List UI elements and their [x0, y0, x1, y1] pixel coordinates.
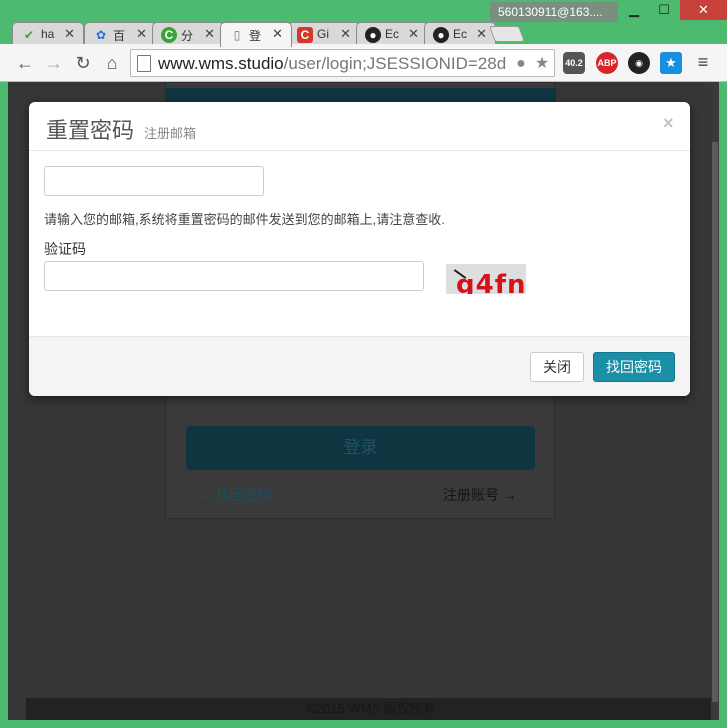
c-green-icon: C — [161, 27, 177, 43]
captcha-label: 验证码 — [44, 241, 86, 257]
modal-title: 重置密码 — [46, 119, 135, 144]
close-window-button[interactable]: ✕ — [680, 0, 727, 20]
forgot-password-link[interactable]: ← 找回密码 — [198, 485, 272, 505]
close-tab-icon[interactable]: ✕ — [136, 26, 147, 42]
tab-title: 百 — [113, 29, 126, 43]
address-bar[interactable]: www.wms.studio/user/login;JSESSIONID=28d… — [130, 49, 555, 77]
url-path: /user/login;JSESSIONID=28d — [283, 54, 507, 73]
scrollbar-thumb[interactable] — [712, 142, 718, 702]
tab-fen[interactable]: C 分 ✕ — [152, 22, 224, 46]
tab-title: Gi — [317, 27, 329, 41]
tab-title: 分 — [181, 29, 194, 43]
tab-title: Ec — [453, 27, 468, 41]
title-bar: 560130911@163.... ▁ ☐ ✕ — [0, 0, 727, 22]
modal-close-icon[interactable]: × — [663, 113, 674, 134]
minimize-button[interactable]: ▁ — [620, 0, 648, 20]
profile-badge[interactable]: 560130911@163.... — [490, 2, 618, 22]
browser-window: 560130911@163.... ▁ ☐ ✕ ✔ ha ✕ ✿ 百 ✕ C 分… — [0, 0, 727, 728]
browser-toolbar: ← → ↻ ⌂ www.wms.studio/user/login;JSESSI… — [0, 44, 727, 82]
star-icon[interactable]: ★ — [533, 55, 551, 73]
baidu-paw-icon: ✿ — [95, 28, 107, 42]
captcha-input[interactable] — [44, 261, 424, 291]
timer-extension-icon[interactable]: 40.2 — [563, 52, 585, 74]
help-text: 请输入您的邮箱,系统将重置密码的邮件发送到您的邮箱上,请注意查收. — [44, 212, 445, 227]
tab-title: ha — [41, 27, 55, 41]
page-footer: ©2015 WMS 版权所有 — [26, 698, 716, 720]
tab-github-2[interactable]: ● Ec ✕ — [424, 22, 496, 46]
forward-button[interactable]: → — [43, 52, 65, 74]
github-icon: ● — [433, 27, 449, 43]
tab-github-1[interactable]: ● Ec ✕ — [356, 22, 428, 46]
captcha-image[interactable]: g4fn — [446, 264, 526, 294]
tab-title: 登 — [249, 29, 262, 43]
tab-hao[interactable]: ✔ ha ✕ — [12, 22, 84, 46]
page-scrollbar[interactable] — [711, 82, 719, 720]
modal-header: 重置密码 注册邮箱 × — [29, 102, 690, 151]
modal-footer: 关闭 找回密码 — [29, 336, 690, 396]
github-icon: ● — [365, 27, 381, 43]
captcha-text: g4fn — [456, 270, 526, 294]
reset-password-modal: 重置密码 注册邮箱 × 请输入您的邮箱,系统将重置密码的邮件发送到您的邮箱上,请… — [29, 102, 690, 396]
find-password-button[interactable]: 找回密码 — [593, 352, 675, 382]
modal-subtitle: 注册邮箱 — [144, 126, 197, 141]
close-tab-icon[interactable]: ✕ — [272, 26, 283, 42]
close-button[interactable]: 关闭 — [530, 352, 584, 382]
email-input[interactable] — [44, 166, 264, 196]
login-button[interactable]: 登录 — [186, 426, 535, 470]
register-link[interactable]: 注册账号 → — [443, 485, 517, 505]
tab-gi[interactable]: C Gi ✕ — [288, 22, 360, 46]
close-tab-icon[interactable]: ✕ — [204, 26, 215, 42]
close-tab-icon[interactable]: ✕ — [64, 26, 75, 42]
adblock-icon[interactable]: ABP — [596, 52, 618, 74]
reload-button[interactable]: ↻ — [72, 52, 94, 74]
page-icon: ▯ — [233, 28, 241, 42]
tab-login[interactable]: ▯ 登 ✕ — [220, 22, 292, 47]
close-tab-icon[interactable]: ✕ — [476, 26, 487, 42]
maximize-button[interactable]: ☐ — [648, 0, 680, 20]
home-button[interactable]: ⌂ — [101, 52, 123, 74]
close-tab-icon[interactable]: ✕ — [340, 26, 351, 42]
bookmark-extension-icon[interactable]: ★ — [660, 52, 682, 74]
lightbulb-icon[interactable]: ● — [512, 55, 530, 73]
menu-icon[interactable]: ≡ — [693, 52, 713, 72]
back-button[interactable]: ← — [14, 52, 36, 74]
tab-baidu[interactable]: ✿ 百 ✕ — [84, 22, 156, 46]
url-text[interactable]: www.wms.studio/user/login;JSESSIONID=28d — [158, 54, 510, 74]
close-tab-icon[interactable]: ✕ — [408, 26, 419, 42]
url-host: www.wms.studio — [158, 54, 284, 73]
tab-strip: ✔ ha ✕ ✿ 百 ✕ C 分 ✕ ▯ 登 ✕ C Gi ✕ ● Ec ✕ ●… — [0, 20, 727, 47]
color-extension-icon[interactable]: ◉ — [628, 52, 650, 74]
new-tab-button[interactable] — [489, 26, 525, 42]
hao-icon: ✔ — [23, 28, 35, 42]
tab-title: Ec — [385, 27, 400, 41]
csdn-icon: C — [297, 27, 313, 43]
page-icon — [137, 55, 151, 72]
